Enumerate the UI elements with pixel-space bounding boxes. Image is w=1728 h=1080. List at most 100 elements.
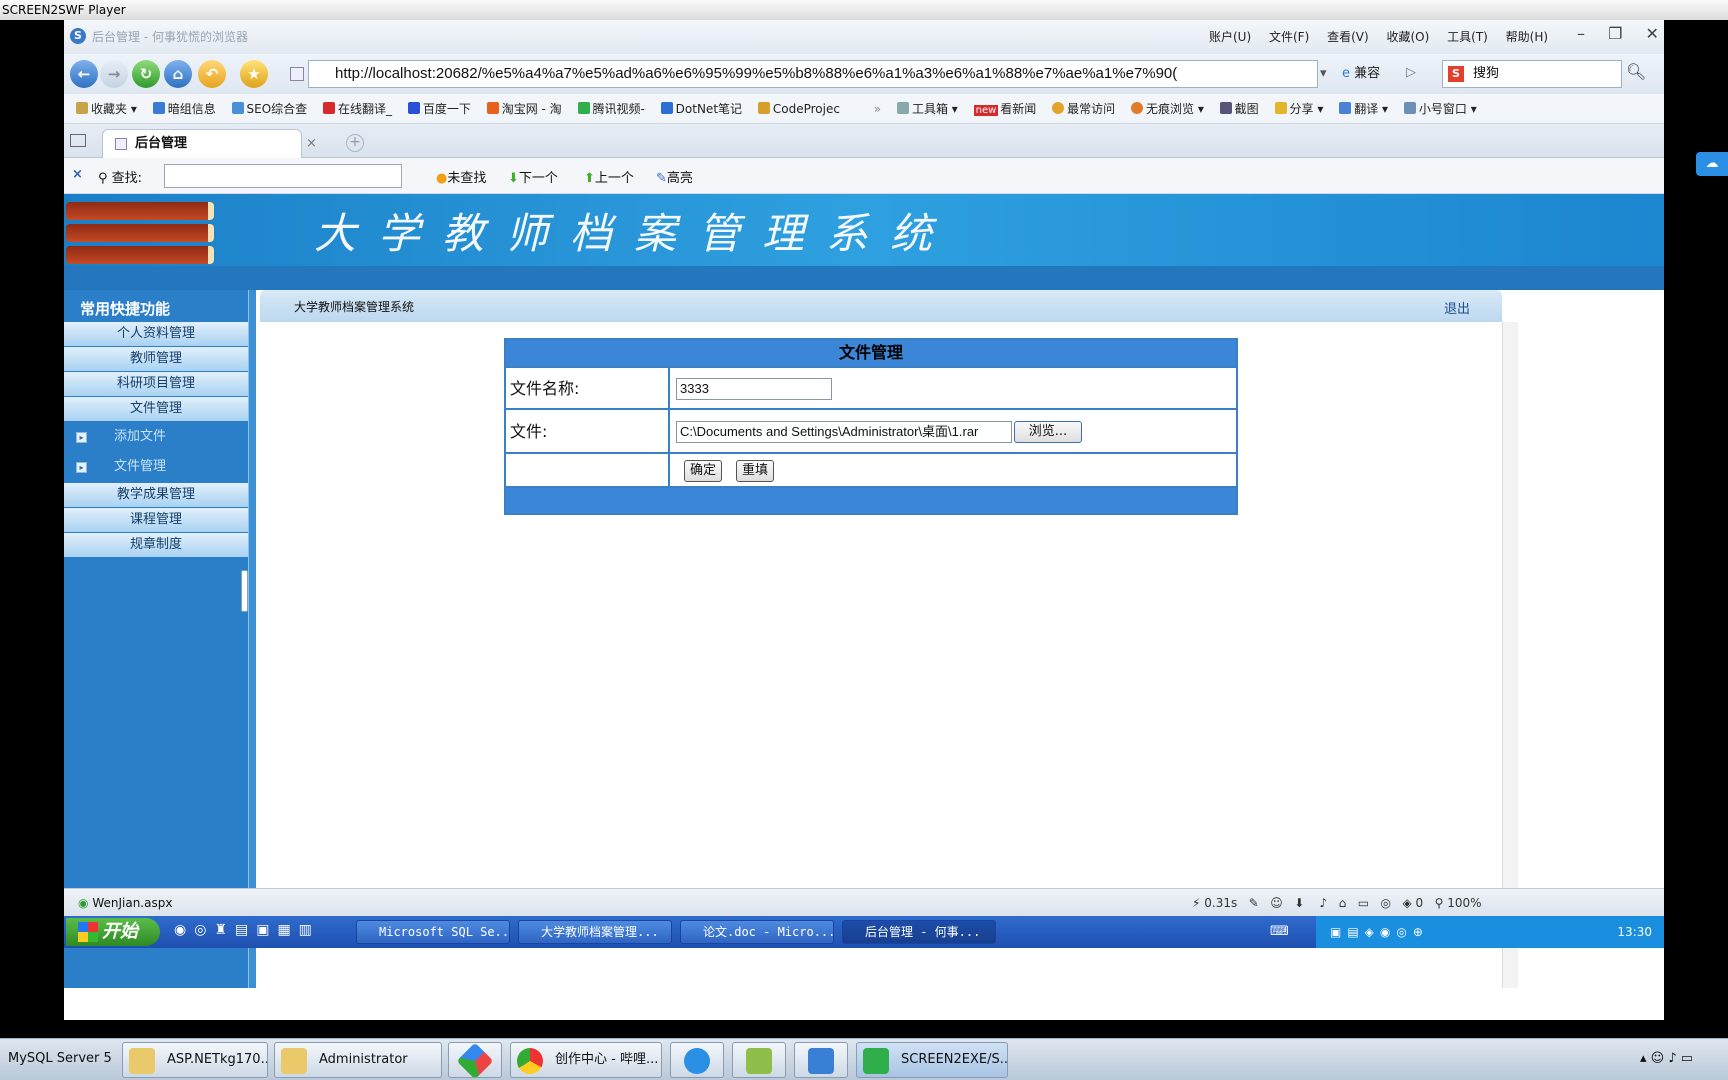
bookmark-item[interactable]: 暗组信息 bbox=[152, 94, 216, 124]
home-icon[interactable]: ⌂ bbox=[1339, 896, 1347, 910]
forward-icon[interactable]: → bbox=[100, 60, 128, 88]
bookmark-item[interactable]: DotNet笔记 bbox=[660, 94, 742, 124]
highlight-button[interactable]: ✎高亮 bbox=[656, 167, 693, 186]
person-icon[interactable]: ☺ bbox=[1270, 896, 1283, 910]
task-sql-server[interactable]: Microsoft SQL Se... bbox=[356, 920, 510, 944]
toolbox-button[interactable]: 工具箱 ▾ bbox=[896, 94, 958, 124]
dropdown-arrow-icon[interactable]: ▾ bbox=[1320, 66, 1327, 81]
task-baidu-cloud[interactable] bbox=[670, 1042, 724, 1078]
new-tab-icon[interactable]: + bbox=[346, 134, 364, 152]
sidebar-sub-file-manage[interactable]: ▸ 文件管理 bbox=[64, 453, 248, 481]
tab-admin[interactable]: 后台管理 bbox=[102, 129, 302, 158]
bookmark-item[interactable]: SEO综合查 bbox=[231, 94, 307, 124]
address-bar[interactable]: http://localhost:20682/%e5%a4%a7%e5%ad%a… bbox=[308, 60, 1318, 88]
menu-file[interactable]: 文件(F) bbox=[1269, 30, 1309, 44]
browse-button[interactable]: 浏览... bbox=[1014, 421, 1082, 443]
menu-tools[interactable]: 工具(T) bbox=[1447, 30, 1488, 44]
bookmark-icon bbox=[407, 102, 420, 114]
undo-icon[interactable]: ↶ bbox=[198, 60, 226, 88]
download-icon[interactable]: ⬇ bbox=[1294, 896, 1304, 910]
refresh-icon[interactable]: ↻ bbox=[132, 60, 160, 88]
bookmark-item[interactable]: 在线翻译_ bbox=[323, 94, 392, 124]
pen-icon: ✎ bbox=[656, 171, 667, 186]
task-app[interactable] bbox=[448, 1042, 502, 1078]
task-mysql[interactable]: MySQL Server 5.7 bbox=[0, 1042, 112, 1078]
brush-icon[interactable]: ✎ bbox=[1249, 896, 1259, 910]
task-chrome[interactable]: 创作中心 - 哔哩... bbox=[510, 1042, 662, 1078]
task-explorer[interactable] bbox=[794, 1042, 848, 1078]
play-icon[interactable]: ▷ bbox=[1406, 65, 1416, 80]
back-icon[interactable]: ← bbox=[70, 60, 98, 88]
banner-strip bbox=[64, 266, 1664, 290]
find-not-found[interactable]: ●未查找 bbox=[436, 167, 486, 186]
home-icon[interactable]: ⌂ bbox=[164, 60, 192, 88]
sidebar-item-profile[interactable]: 个人资料管理 bbox=[64, 322, 248, 346]
tray-icons[interactable]: ▣▤◈◉◎⊕ bbox=[1330, 925, 1429, 939]
menu-help[interactable]: 帮助(H) bbox=[1506, 30, 1548, 44]
private-browsing-button[interactable]: 无痕浏览 ▾ bbox=[1130, 94, 1204, 124]
screenshot-button[interactable]: 截图 bbox=[1219, 94, 1259, 124]
menu-favorites[interactable]: 收藏(O) bbox=[1387, 30, 1430, 44]
sidebar-item-courses[interactable]: 课程管理 bbox=[64, 508, 248, 532]
sidebar-item-regulations[interactable]: 规章制度 bbox=[64, 533, 248, 557]
host-tray-icons[interactable]: ▴ ☺ ♪ ▭ bbox=[1640, 1051, 1693, 1066]
file-name-input[interactable]: 3333 bbox=[676, 378, 832, 400]
more-bookmarks-icon[interactable]: » bbox=[874, 94, 881, 124]
volume-icon[interactable]: ♪ bbox=[1320, 896, 1328, 910]
search-input[interactable]: 搜狗 bbox=[1442, 60, 1622, 88]
sidebar-item-teachers[interactable]: 教师管理 bbox=[64, 347, 248, 371]
minimize-icon[interactable]: – bbox=[1577, 24, 1585, 43]
compat-mode-button[interactable]: e 兼容 bbox=[1342, 62, 1380, 81]
find-next-button[interactable]: ⬇下一个 bbox=[508, 167, 558, 186]
sidebar-item-files[interactable]: 文件管理 bbox=[64, 397, 248, 421]
task-screen2exe[interactable]: SCREEN2EXE/S... bbox=[856, 1042, 1008, 1078]
find-input[interactable] bbox=[164, 164, 402, 188]
bookmark-item[interactable]: 腾讯视频- bbox=[577, 94, 645, 124]
bookmark-icon bbox=[577, 102, 590, 114]
restore-icon[interactable]: ❐ bbox=[1608, 24, 1622, 43]
menu-account[interactable]: 账户(U) bbox=[1209, 30, 1251, 44]
zoom-icon[interactable]: ⚲ bbox=[1435, 896, 1444, 910]
small-window-button[interactable]: 小号窗口 ▾ bbox=[1403, 94, 1477, 124]
quick-launch-icons[interactable]: ◉◎♜▤▣▦▥ bbox=[174, 922, 320, 938]
close-icon[interactable]: ✕ bbox=[1646, 24, 1659, 43]
task-word-doc[interactable]: 论文.doc - Micro... bbox=[680, 920, 834, 944]
bookmark-item[interactable]: 百度一下 bbox=[407, 94, 471, 124]
bookmark-item[interactable]: CodeProjec bbox=[757, 94, 840, 124]
find-prev-button[interactable]: ⬆上一个 bbox=[584, 167, 634, 186]
favorite-star-icon[interactable]: ★ bbox=[240, 60, 268, 88]
collapse-handle[interactable] bbox=[241, 570, 248, 612]
task-notepad[interactable] bbox=[732, 1042, 786, 1078]
submit-button[interactable]: 确定 bbox=[684, 460, 722, 482]
sidebar-toggle-icon[interactable] bbox=[70, 134, 86, 147]
status-file-text: WenJian.aspx bbox=[92, 896, 173, 910]
reset-button[interactable]: 重填 bbox=[736, 460, 774, 482]
share-button[interactable]: 分享 ▾ bbox=[1274, 94, 1323, 124]
most-visited-button[interactable]: 最常访问 bbox=[1052, 94, 1115, 124]
sidebar-sub-add-file[interactable]: ▸ 添加文件 bbox=[64, 423, 248, 451]
task-browser[interactable]: 后台管理 - 何事... bbox=[842, 920, 996, 944]
translate-button[interactable]: 翻译 ▾ bbox=[1339, 94, 1388, 124]
bookmark-favorites[interactable]: 收藏夹 ▾ bbox=[76, 94, 137, 124]
cloud-icon[interactable]: ☁ bbox=[1696, 152, 1728, 176]
keyboard-icon[interactable]: ⌨ bbox=[1270, 924, 1289, 939]
window-icon[interactable]: ▭ bbox=[1358, 896, 1369, 910]
tab-close-icon[interactable]: × bbox=[306, 136, 317, 151]
zoom-level[interactable]: 100% bbox=[1447, 896, 1481, 910]
bookmark-icon bbox=[152, 102, 165, 114]
menu-view[interactable]: 查看(V) bbox=[1327, 30, 1369, 44]
sidebar-item-research[interactable]: 科研项目管理 bbox=[64, 372, 248, 396]
shield-icon[interactable]: ◈ bbox=[1402, 896, 1411, 910]
search-icon[interactable]: 🔍︎ bbox=[1626, 62, 1646, 81]
sidebar-item-achievements[interactable]: 教学成果管理 bbox=[64, 483, 248, 507]
task-teacher-system[interactable]: 大学教师档案管理... bbox=[518, 920, 672, 944]
task-aspnet-folder[interactable]: ASP.NETkg170... bbox=[122, 1042, 268, 1078]
bookmark-item[interactable]: 淘宝网 - 淘 bbox=[486, 94, 562, 124]
news-button[interactable]: new 看新闻 bbox=[973, 94, 1036, 126]
close-find-icon[interactable]: × bbox=[72, 167, 83, 182]
task-administrator[interactable]: Administrator bbox=[274, 1042, 442, 1078]
eye-icon[interactable]: ◎ bbox=[1381, 896, 1391, 910]
sidebar-splitter[interactable] bbox=[248, 290, 256, 988]
file-path-input[interactable]: C:\Documents and Settings\Administrator\… bbox=[676, 421, 1012, 443]
logout-link[interactable]: 退出 bbox=[1444, 298, 1470, 317]
